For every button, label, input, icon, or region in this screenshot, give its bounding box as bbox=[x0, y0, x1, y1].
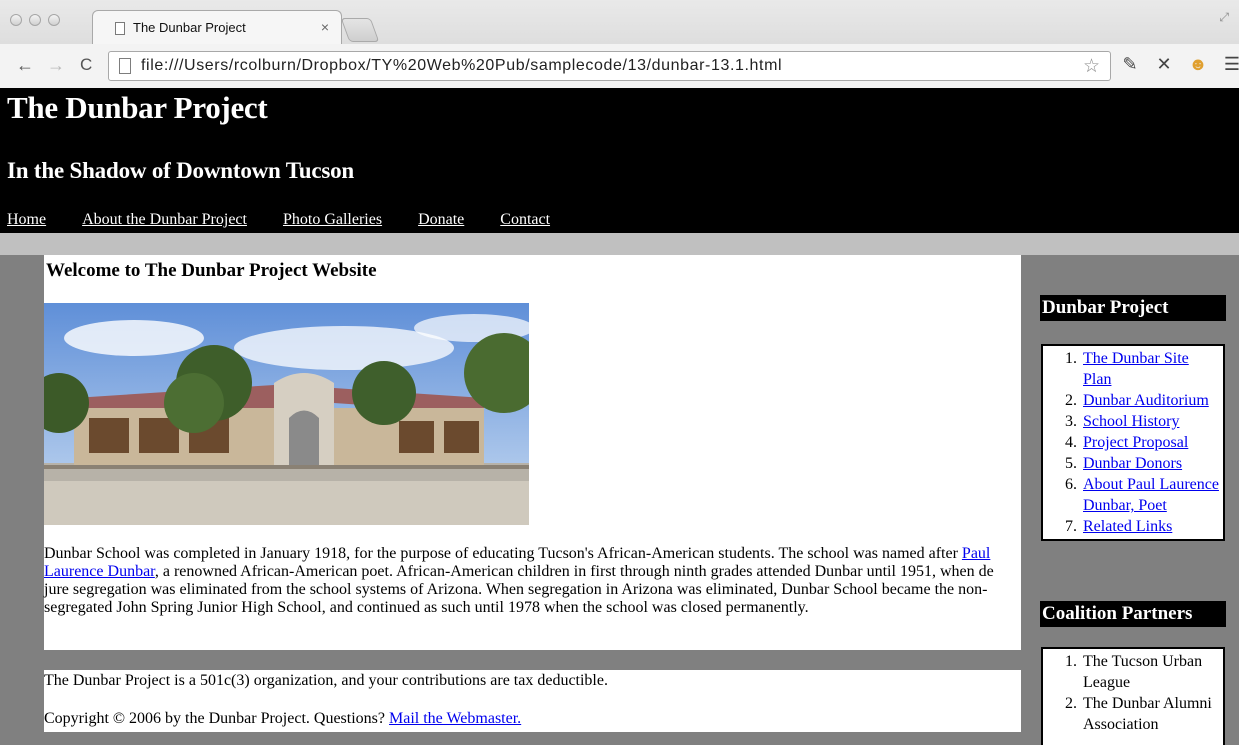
list-item: The Dunbar Alumni Association bbox=[1081, 693, 1219, 735]
intro-paragraph: Dunbar School was completed in January 1… bbox=[44, 545, 1019, 617]
close-window-icon[interactable] bbox=[10, 14, 22, 26]
tax-note: The Dunbar Project is a 501c(3) organiza… bbox=[44, 672, 608, 689]
window-controls bbox=[10, 14, 60, 26]
fullscreen-icon[interactable]: ⤢ bbox=[1219, 10, 1229, 25]
nav-photo-galleries[interactable]: Photo Galleries bbox=[283, 211, 382, 228]
tool-icon[interactable]: ✕ bbox=[1154, 54, 1174, 75]
page-footer: The Dunbar Project is a 501c(3) organiza… bbox=[44, 670, 1021, 732]
project-proposal-link[interactable]: Project Proposal bbox=[1083, 434, 1188, 451]
nav-home[interactable]: Home bbox=[7, 211, 46, 228]
site-subtitle: In the Shadow of Downtown Tucson bbox=[7, 158, 355, 183]
dunbar-project-heading: Dunbar Project bbox=[1040, 295, 1226, 321]
address-bar[interactable]: file:///Users/rcolburn/Dropbox/TY%20Web%… bbox=[108, 51, 1111, 81]
coalition-partners-heading: Coalition Partners bbox=[1040, 601, 1226, 627]
extension-icon[interactable]: ☻ bbox=[1188, 54, 1208, 75]
coalition-partners-list: The Tucson Urban League The Dunbar Alumn… bbox=[1043, 649, 1223, 737]
bookmark-star-icon[interactable]: ☆ bbox=[1083, 55, 1100, 78]
forward-arrow-icon[interactable]: → bbox=[47, 55, 65, 76]
page-icon bbox=[119, 58, 131, 74]
site-header: The Dunbar Project In the Shadow of Down… bbox=[0, 88, 1239, 233]
zoom-window-icon[interactable] bbox=[48, 14, 60, 26]
main-nav: Home About the Dunbar Project Photo Galler… bbox=[7, 211, 586, 229]
mail-webmaster-link[interactable]: Mail the Webmaster. bbox=[389, 710, 521, 727]
header-divider bbox=[0, 233, 1239, 255]
list-item: Project Proposal bbox=[1081, 432, 1219, 453]
coalition-partners-box: The Tucson Urban League The Dunbar Alumn… bbox=[1041, 647, 1225, 745]
dunbar-donors-link[interactable]: Dunbar Donors bbox=[1083, 455, 1182, 472]
copyright: Copyright © 2006 by the Dunbar Project. … bbox=[44, 710, 521, 728]
auditorium-link[interactable]: Dunbar Auditorium bbox=[1083, 392, 1209, 409]
browser-tab[interactable]: The Dunbar Project × bbox=[92, 10, 342, 44]
site-plan-link[interactable]: The Dunbar Site Plan bbox=[1083, 350, 1189, 388]
intro-text: Dunbar School was completed in January 1… bbox=[44, 545, 962, 562]
menu-icon[interactable]: ☰ bbox=[1222, 54, 1239, 75]
nav-contact[interactable]: Contact bbox=[500, 211, 550, 228]
welcome-heading: Welcome to The Dunbar Project Website bbox=[46, 260, 377, 281]
wrench-icon[interactable]: ✎ bbox=[1120, 54, 1140, 75]
list-item: About Paul Laurence Dunbar, Poet bbox=[1081, 474, 1219, 516]
minimize-window-icon[interactable] bbox=[29, 14, 41, 26]
main-content: Welcome to The Dunbar Project Website Du… bbox=[44, 255, 1021, 650]
web-page: The Dunbar Project In the Shadow of Down… bbox=[0, 88, 1239, 745]
nav-donate[interactable]: Donate bbox=[418, 211, 464, 228]
list-item: Related Links bbox=[1081, 516, 1219, 537]
browser-chrome: The Dunbar Project × ⤢ ← → C file:///Use… bbox=[0, 0, 1239, 88]
tab-title: The Dunbar Project bbox=[133, 20, 246, 35]
related-links-link[interactable]: Related Links bbox=[1083, 518, 1172, 535]
back-arrow-icon[interactable]: ← bbox=[16, 55, 34, 76]
list-item: The Dunbar Site Plan bbox=[1081, 348, 1219, 390]
about-paul-dunbar-link[interactable]: About Paul Laurence Dunbar, Poet bbox=[1083, 476, 1219, 514]
list-item: School History bbox=[1081, 411, 1219, 432]
dunbar-school-photo bbox=[44, 303, 529, 525]
browser-toolbar: ← → C file:///Users/rcolburn/Dropbox/TY%… bbox=[0, 44, 1239, 88]
dunbar-project-box: The Dunbar Site Plan Dunbar Auditorium S… bbox=[1041, 344, 1225, 541]
site-title: The Dunbar Project bbox=[7, 90, 268, 125]
page-icon bbox=[115, 22, 125, 35]
toolbar-icons: ✎ ✕ ☻ ☰ bbox=[1120, 54, 1239, 75]
intro-text: , a renowned African-American poet. Afri… bbox=[44, 563, 994, 616]
list-item: Dunbar Auditorium bbox=[1081, 390, 1219, 411]
reload-icon[interactable]: C bbox=[80, 55, 92, 75]
copyright-text: Copyright © 2006 by the Dunbar Project. … bbox=[44, 710, 389, 727]
list-item: Dunbar Donors bbox=[1081, 453, 1219, 474]
url-text[interactable]: file:///Users/rcolburn/Dropbox/TY%20Web%… bbox=[141, 57, 782, 75]
list-item: The Tucson Urban League bbox=[1081, 651, 1219, 693]
tab-close-icon[interactable]: × bbox=[321, 19, 329, 35]
new-tab-button[interactable] bbox=[340, 18, 380, 42]
nav-about[interactable]: About the Dunbar Project bbox=[82, 211, 247, 228]
dunbar-project-list: The Dunbar Site Plan Dunbar Auditorium S… bbox=[1043, 346, 1223, 539]
school-history-link[interactable]: School History bbox=[1083, 413, 1179, 430]
